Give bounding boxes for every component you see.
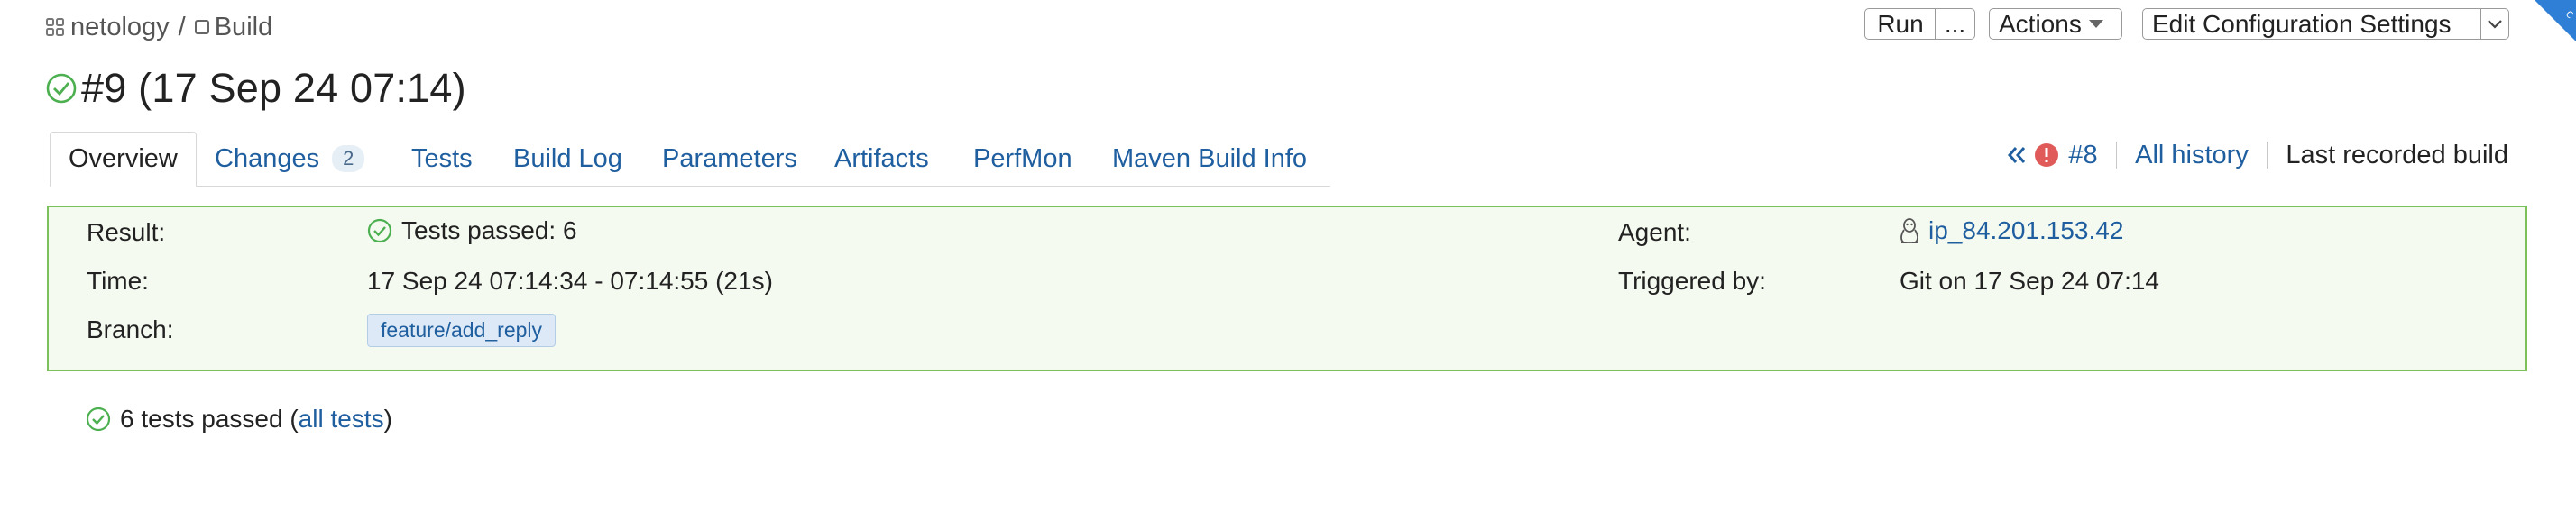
tab-build-log[interactable]: Build Log [495,132,640,186]
tab-perfmon[interactable]: PerfMon [955,132,1090,186]
breadcrumb-separator: / [178,12,186,41]
branch-label: Branch: [87,315,174,343]
page-title: #9 (17 Sep 24 07:14) [81,65,466,111]
run-options-label: ... [1944,9,1966,38]
branch-tag[interactable]: feature/add_reply [367,314,557,347]
build-summary-panel: Result: Tests passed: 6 Time: 17 Sep 24 … [47,206,2527,371]
tab-label: Overview [69,144,178,173]
run-button-label: Run [1877,9,1924,38]
divider [2115,142,2118,169]
actions-dropdown-label: Actions [1999,9,2082,38]
success-check-icon [86,407,111,432]
corner-ribbon-badge[interactable]: C [2525,0,2576,50]
all-history-link[interactable]: All history [2135,141,2249,170]
tab-parameters[interactable]: Parameters [644,132,815,186]
time-label: Time: [87,267,149,295]
tab-label: Tests [411,143,473,173]
result-text: Tests passed: 6 [401,216,577,244]
tab-overview[interactable]: Overview [50,132,197,187]
project-grid-icon [46,18,64,36]
agent-link[interactable]: ip_84.201.153.42 [1928,216,2123,245]
edit-configuration-label: Edit Configuration Settings [2152,9,2452,38]
result-value: Tests passed: 6 [367,216,577,245]
tab-label: PerfMon [973,143,1072,173]
breadcrumb-project-link[interactable]: netology [70,13,170,42]
triggered-by-label: Triggered by: [1618,267,1766,295]
breadcrumb: netology / Build [45,11,272,43]
agent-value: ip_84.201.153.42 [1898,216,2123,245]
changes-count-badge: 2 [332,145,365,172]
all-tests-link[interactable]: all tests [299,405,384,434]
tab-maven-build-info[interactable]: Maven Build Info [1094,132,1325,186]
time-value: 17 Sep 24 07:14:34 - 07:14:55 (21s) [367,267,773,295]
triggered-by-value: Git on 17 Sep 24 07:14 [1900,267,2159,295]
chevron-down-icon [2088,20,2103,28]
breadcrumb-build-config-link[interactable]: Build [215,13,273,42]
tab-label: Artifacts [834,143,929,173]
tab-artifacts[interactable]: Artifacts [816,132,947,186]
last-recorded-build-label: Last recorded build [2286,140,2508,169]
build-title: #9 (17 Sep 24 07:14) [45,63,466,114]
tests-summary-text: 6 tests passed ( [120,405,299,433]
build-config-icon [194,20,209,34]
actions-dropdown[interactable]: Actions [1989,8,2122,40]
build-history-nav: #8 All history Last recorded build [2007,135,2508,175]
success-check-icon [46,73,77,104]
error-icon [2035,143,2059,167]
build-tabs: Overview Changes 2 Tests Build Log Param… [50,132,1330,187]
tests-summary-close: ) [383,405,392,433]
run-options-button[interactable]: ... [1935,8,1975,40]
tab-tests[interactable]: Tests [393,132,491,186]
double-chevron-left-icon[interactable] [2007,146,2027,164]
tests-summary: 6 tests passed ( all tests ) [86,403,392,435]
edit-configuration-button[interactable]: Edit Configuration Settings [2142,8,2483,40]
run-button[interactable]: Run [1864,8,1937,40]
chevron-down-icon [2488,19,2502,29]
success-check-icon [367,218,392,243]
agent-label: Agent: [1618,218,1691,246]
linux-penguin-icon [1900,218,1918,243]
divider [2266,142,2268,169]
tab-label: Maven Build Info [1112,143,1308,173]
tab-label: Parameters [662,143,797,173]
previous-build-link[interactable]: #8 [2068,141,2097,170]
edit-configuration-dropdown[interactable] [2480,8,2509,40]
branch-value: feature/add_reply [367,314,557,347]
tab-changes[interactable]: Changes 2 [197,132,382,186]
tab-label: Changes [215,143,320,173]
result-label: Result: [87,218,166,246]
tab-label: Build Log [513,143,622,173]
